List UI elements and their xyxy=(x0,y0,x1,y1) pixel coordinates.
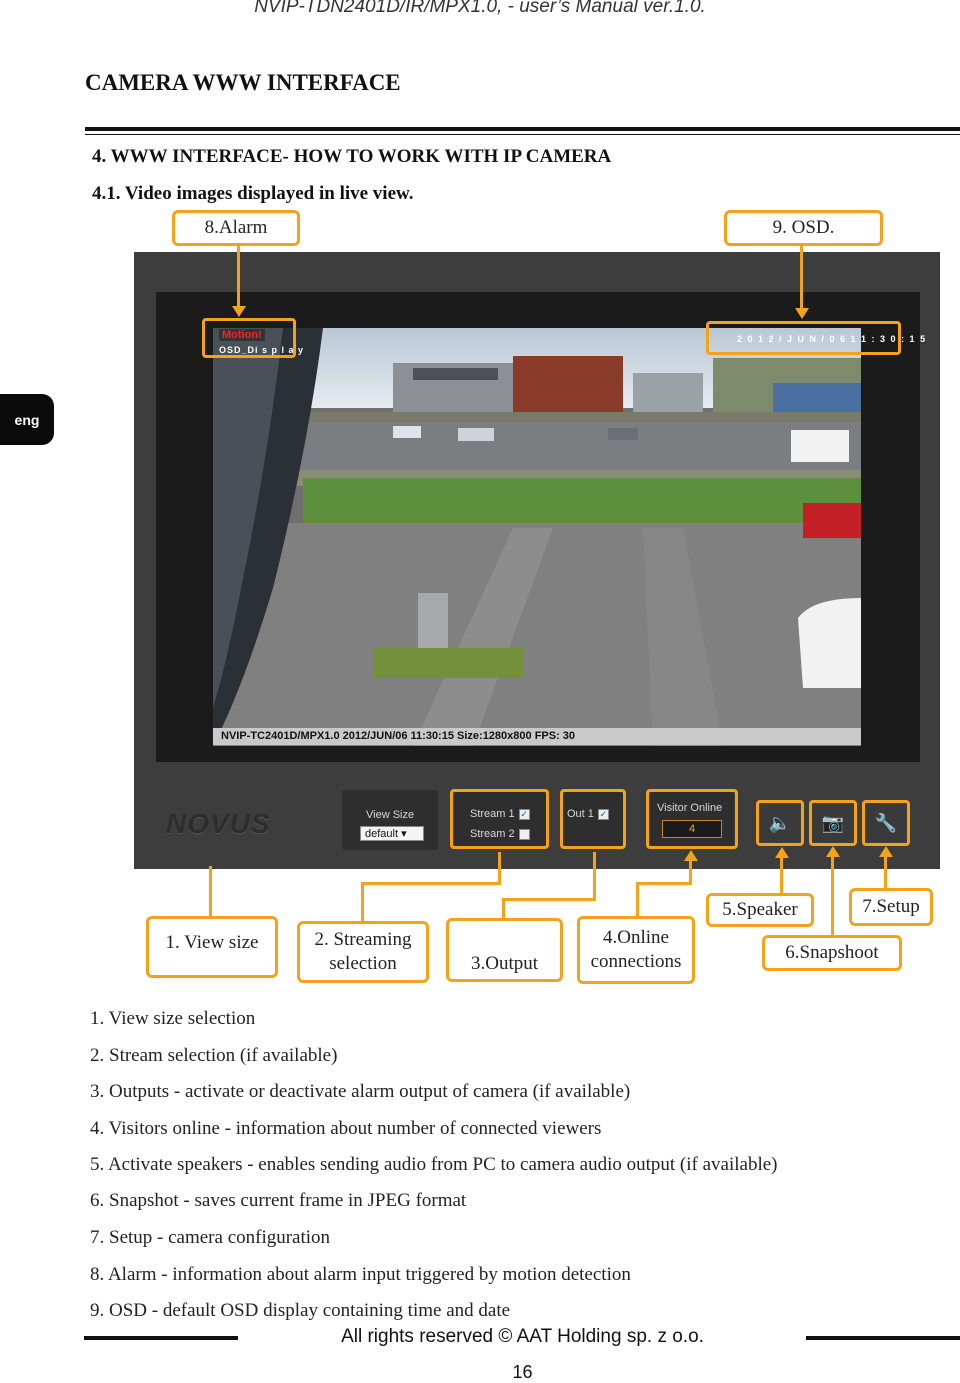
list-item: 4. Visitors online - information about n… xyxy=(90,1118,602,1139)
connector-osd xyxy=(800,246,803,310)
connector-online-c xyxy=(636,882,639,916)
connector-output-c xyxy=(502,898,505,918)
visitor-highlight xyxy=(646,789,738,849)
setup-highlight xyxy=(862,800,910,846)
callout-setup: 7.Setup xyxy=(849,888,933,926)
running-header: NVIP-TDN2401D/IR/MPX1.0, - user’s Manual… xyxy=(254,0,706,17)
connector-stream-c xyxy=(361,882,364,921)
callout-output: 3.Output xyxy=(446,918,563,982)
view-size-label: View Size xyxy=(366,809,415,821)
callout-online-line2: connections xyxy=(590,951,682,972)
callout-osd: 9. OSD. xyxy=(724,210,883,246)
callout-view-size: 1. View size xyxy=(146,916,278,978)
list-item: 5. Activate speakers - enables sending a… xyxy=(90,1154,778,1175)
alarm-highlight xyxy=(202,318,296,358)
arrow-osd xyxy=(795,308,809,319)
osd-info-bar: NVIP-TC2401D/MPX1.0 2012/JUN/06 11:30:15… xyxy=(213,728,861,745)
list-item: 1. View size selection xyxy=(90,1008,256,1029)
callout-online: 4.Online connections xyxy=(577,916,695,984)
title-rule xyxy=(85,127,960,131)
chapter-heading: 4. WWW INTERFACE- HOW TO WORK WITH IP CA… xyxy=(92,146,612,167)
footer-copyright: All rights reserved © AAT Holding sp. z … xyxy=(341,1326,704,1347)
callout-alarm: 8.Alarm xyxy=(172,210,300,246)
live-video-image xyxy=(213,328,861,746)
novus-logo: NOVUS xyxy=(166,808,271,839)
callout-streaming-line1: 2. Streaming xyxy=(314,929,412,950)
stream-highlight xyxy=(450,789,549,849)
connector-setup xyxy=(884,856,887,888)
title-rule-thin xyxy=(85,134,960,135)
page-number: 16 xyxy=(512,1362,533,1382)
list-item: 8. Alarm - information about alarm input… xyxy=(90,1264,631,1285)
list-item: 3. Outputs - activate or deactivate alar… xyxy=(90,1081,631,1102)
callout-streaming-line2: selection xyxy=(329,953,397,974)
connector-stream-b xyxy=(361,882,501,885)
connector-online-b xyxy=(636,882,692,885)
connector-view-size xyxy=(209,866,212,916)
language-tab: eng xyxy=(0,394,54,445)
callout-snapshot: 6.Snapshoot xyxy=(762,935,902,971)
view-size-panel: View Size default ▾ xyxy=(342,790,438,850)
list-item: 6. Snapshot - saves current frame in JPE… xyxy=(90,1190,467,1211)
snapshot-highlight xyxy=(809,800,857,846)
list-item: 2. Stream selection (if available) xyxy=(90,1045,338,1066)
callout-streaming: 2. Streaming selection xyxy=(297,921,429,983)
list-item: 9. OSD - default OSD display containing … xyxy=(90,1300,511,1321)
callout-online-line1: 4.Online xyxy=(603,927,669,948)
section-title: CAMERA WWW INTERFACE xyxy=(85,70,401,95)
connector-stream-a xyxy=(498,852,501,884)
callout-speaker: 5.Speaker xyxy=(706,893,814,927)
connector-alarm xyxy=(237,246,240,308)
connector-output-a xyxy=(593,852,596,900)
connector-snapshot xyxy=(831,856,834,935)
arrow-alarm xyxy=(232,306,246,317)
osd-highlight xyxy=(706,321,901,355)
output-highlight xyxy=(560,789,626,849)
sub-heading: 4.1. Video images displayed in live view… xyxy=(92,183,414,204)
view-size-value: default xyxy=(365,828,399,840)
connector-output-b xyxy=(502,898,596,901)
connector-online-a xyxy=(689,860,692,884)
view-size-select[interactable]: default ▾ xyxy=(360,826,424,841)
speaker-highlight xyxy=(756,800,804,846)
connector-speaker xyxy=(780,857,783,893)
list-item: 7. Setup - camera configuration xyxy=(90,1227,331,1248)
